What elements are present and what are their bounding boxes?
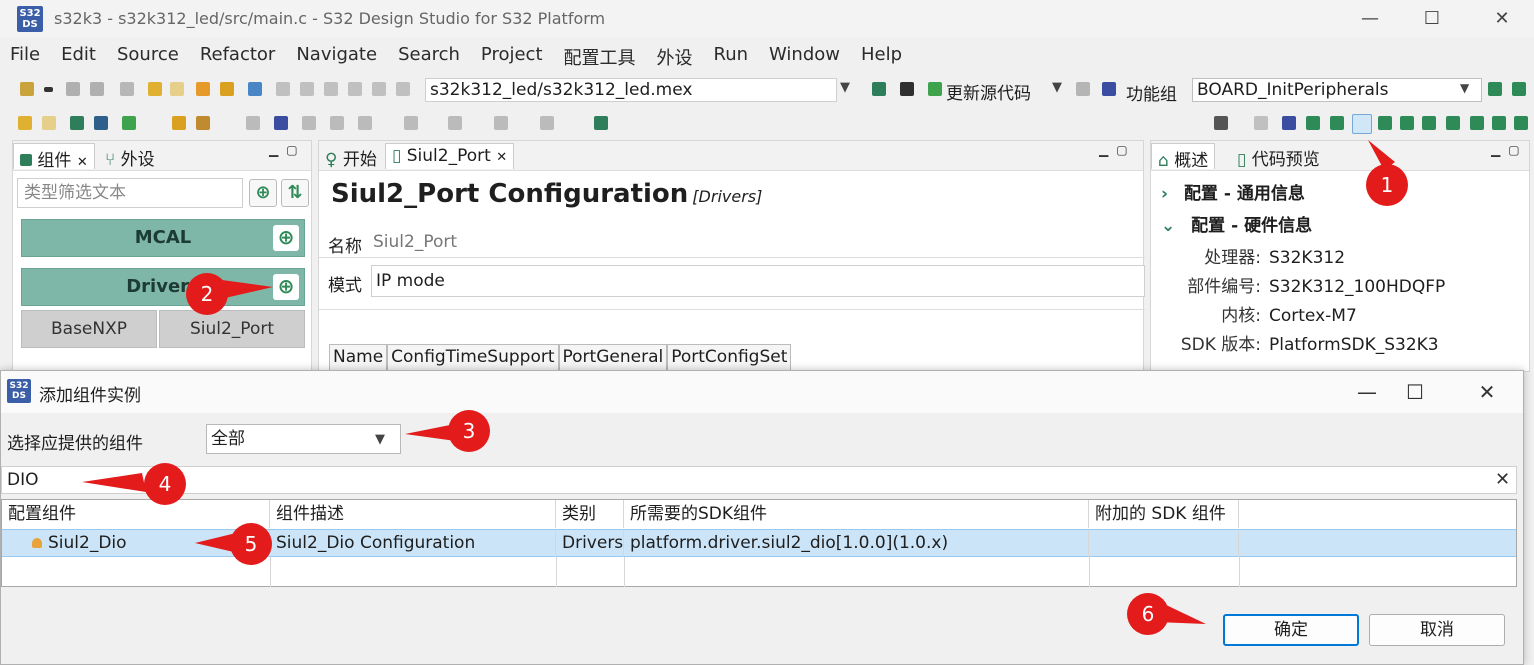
callout-1: 1 xyxy=(1366,164,1408,206)
arrow-2 xyxy=(222,280,273,298)
arrow-4 xyxy=(82,473,146,492)
callout-5: 5 xyxy=(230,523,272,565)
callout-2: 2 xyxy=(186,273,228,315)
callout-6: 6 xyxy=(1127,593,1169,635)
annotation-arrows xyxy=(82,140,1395,624)
callout-3: 3 xyxy=(448,410,490,452)
callout-4: 4 xyxy=(144,463,186,505)
